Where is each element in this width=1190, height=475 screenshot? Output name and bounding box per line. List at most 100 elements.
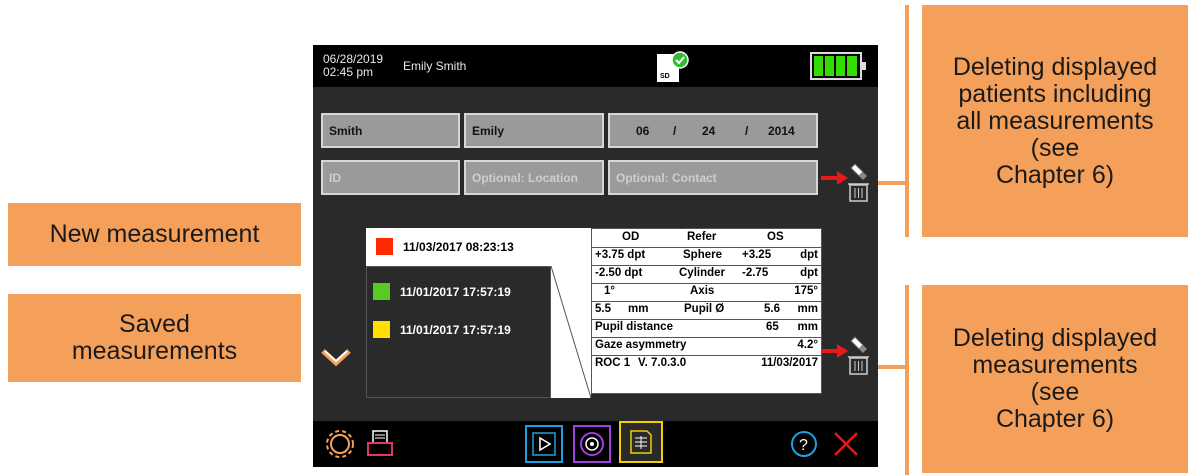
callout-saved-line1: Saved: [119, 310, 190, 338]
result-date: 11/03/2017: [761, 357, 818, 369]
play-measurement-button[interactable]: [525, 425, 563, 463]
results-table: OD Refer OS +3.75 dpt Sphere +3.25 dpt -…: [591, 228, 822, 394]
pupil-distance-label: Pupil distance: [595, 321, 673, 333]
leader-delete-patients: [905, 5, 909, 237]
svg-text:?: ?: [799, 437, 808, 454]
saved-measurement-color: [373, 321, 390, 338]
results-header-row: OD Refer OS: [592, 229, 821, 248]
callout-delete-meas-l1: Deleting displayed: [952, 324, 1158, 352]
saved-measurement-color: [373, 283, 390, 300]
axis-od: 1°: [604, 285, 615, 297]
status-bar: 06/28/2019 02:45 pm Emily Smith SD: [313, 45, 878, 87]
status-patient-name: Emily Smith: [403, 59, 467, 73]
printer-icon: [367, 430, 393, 456]
version-label: V. 7.0.3.0: [638, 357, 687, 369]
callout-new-measurement: New measurement: [8, 203, 301, 266]
saved-measurements-list: 11/01/2017 17:57:19 11/01/2017 17:57:19: [366, 266, 551, 398]
callout-delete-patients-l4: (see: [1030, 133, 1080, 162]
last-name-field[interactable]: Smith: [321, 113, 460, 148]
footer-row: ROC 1 V. 7.0.3.0 11/03/2017: [592, 355, 821, 375]
callout-saved-measurements: Saved measurements: [8, 294, 301, 382]
birth-date-field[interactable]: 06 / 24 / 2014: [608, 113, 818, 148]
saved-measurement-datetime: 11/01/2017 17:57:19: [400, 284, 511, 299]
saved-measurement-row[interactable]: 11/01/2017 17:57:19: [373, 283, 511, 300]
check-icon: [671, 51, 689, 69]
callout-delete-patients-l3: all measurements: [956, 106, 1154, 135]
pupil-od: 5.5: [595, 303, 611, 315]
dob-sep-1: /: [673, 123, 677, 138]
bottom-toolbar: ?: [313, 421, 878, 467]
location-field[interactable]: Optional: Location: [464, 160, 604, 195]
new-measurement-color: [376, 238, 393, 255]
cylinder-od: -2.50 dpt: [595, 267, 643, 279]
roc-label: ROC 1: [595, 357, 631, 369]
sphere-os-unit: dpt: [800, 249, 818, 261]
sphere-od: +3.75 dpt: [595, 249, 646, 261]
device-screen: 06/28/2019 02:45 pm Emily Smith SD Smith…: [313, 45, 878, 467]
header-os: OS: [767, 231, 784, 243]
pupil-distance-unit: mm: [797, 321, 818, 333]
dob-month: 06: [636, 123, 650, 138]
settings-gear-icon: [326, 430, 354, 458]
print-button[interactable]: [361, 425, 399, 463]
pupil-os-unit: mm: [797, 303, 818, 315]
cylinder-os: -2.75: [742, 267, 769, 279]
pupil-label: Pupil Ø: [684, 303, 725, 315]
status-time: 02:45 pm: [323, 65, 374, 79]
callout-delete-meas-l3: (see: [1030, 378, 1080, 406]
callout-delete-patients: Deleting displayed patients including al…: [922, 5, 1188, 237]
gaze-val: 4.2°: [797, 339, 818, 351]
arrow-right-icon: [821, 343, 849, 359]
sphere-row: +3.75 dpt Sphere +3.25 dpt: [592, 247, 821, 266]
id-field[interactable]: ID: [321, 160, 460, 195]
sphere-label: Sphere: [683, 249, 722, 261]
callout-delete-patients-l5: Chapter 6): [995, 160, 1115, 189]
first-name-field[interactable]: Emily: [464, 113, 604, 148]
help-icon: ?: [791, 431, 817, 457]
cylinder-os-unit: dpt: [800, 267, 818, 279]
pupil-od-unit: mm: [628, 303, 649, 315]
dob-day: 24: [702, 123, 716, 138]
pupil-os: 5.6: [764, 303, 780, 315]
arrow-right-icon: [821, 170, 849, 186]
target-icon: [580, 432, 604, 456]
list-table-connector: [550, 228, 592, 399]
battery-icon: [810, 52, 868, 80]
gaze-label: Gaze asymmetry: [595, 339, 687, 351]
gaze-row: Gaze asymmetry 4.2°: [592, 337, 821, 356]
axis-row: 1° Axis 175°: [592, 283, 821, 302]
cylinder-label: Cylinder: [679, 267, 726, 279]
axis-os: 175°: [794, 285, 818, 297]
close-icon: [834, 432, 858, 456]
sphere-os: +3.25: [742, 249, 772, 261]
header-refer: Refer: [687, 231, 717, 243]
pupil-distance-val: 65: [766, 321, 779, 333]
results-icon: [630, 430, 652, 454]
sd-label: SD: [660, 73, 670, 80]
contact-field[interactable]: Optional: Contact: [608, 160, 818, 195]
leader-delete-measurements: [905, 285, 909, 475]
pupil-distance-row: Pupil distance 65 mm: [592, 319, 821, 338]
callout-delete-meas-l2: measurements: [972, 351, 1138, 379]
play-video-icon: [532, 432, 556, 456]
settings-button[interactable]: [321, 425, 359, 463]
help-button[interactable]: ?: [785, 425, 823, 463]
header-od: OD: [622, 231, 640, 243]
new-measurement-datetime: 11/03/2017 08:23:13: [403, 239, 514, 254]
callout-delete-measurements: Deleting displayed measurements (see Cha…: [922, 285, 1188, 473]
dob-sep-2: /: [745, 123, 749, 138]
saved-measurement-row[interactable]: 11/01/2017 17:57:19: [373, 321, 511, 338]
scroll-down-button[interactable]: [321, 345, 351, 369]
pupil-row: 5.5 mm Pupil Ø 5.6 mm: [592, 301, 821, 320]
saved-measurement-datetime: 11/01/2017 17:57:19: [400, 322, 511, 337]
callout-delete-patients-l2: patients including: [958, 79, 1152, 108]
results-button[interactable]: [619, 421, 663, 463]
callout-new-measurement-text: New measurement: [49, 220, 260, 248]
dob-year: 2014: [768, 123, 795, 138]
callout-delete-meas-l4: Chapter 6): [995, 405, 1115, 433]
target-button[interactable]: [573, 425, 611, 463]
chevron-down-icon: [321, 349, 351, 367]
callout-delete-patients-l1: Deleting displayed: [952, 52, 1158, 81]
close-button[interactable]: [827, 425, 865, 463]
axis-label: Axis: [690, 285, 715, 297]
